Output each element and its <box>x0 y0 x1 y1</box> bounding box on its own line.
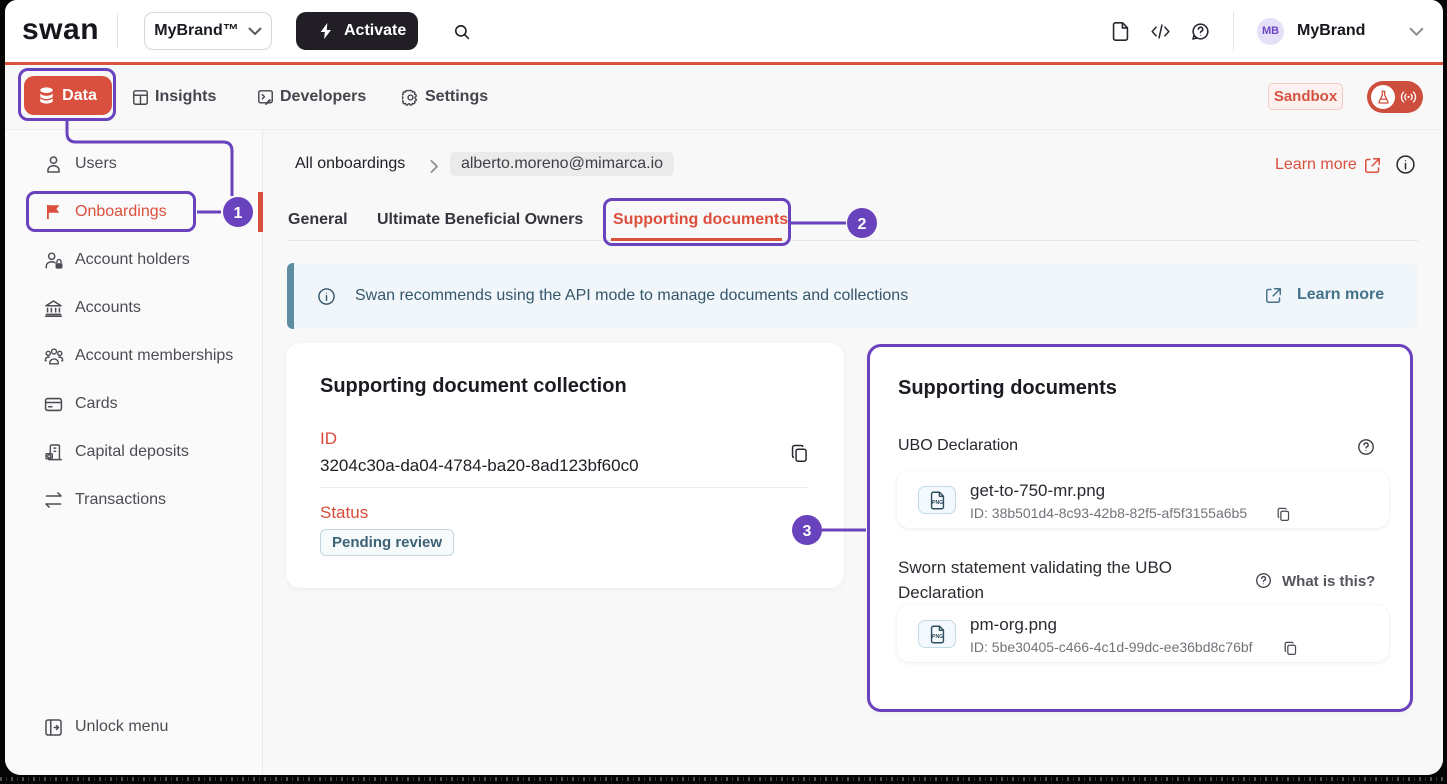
svg-text:PNG: PNG <box>932 499 943 505</box>
svg-text:PNG: PNG <box>932 633 943 639</box>
